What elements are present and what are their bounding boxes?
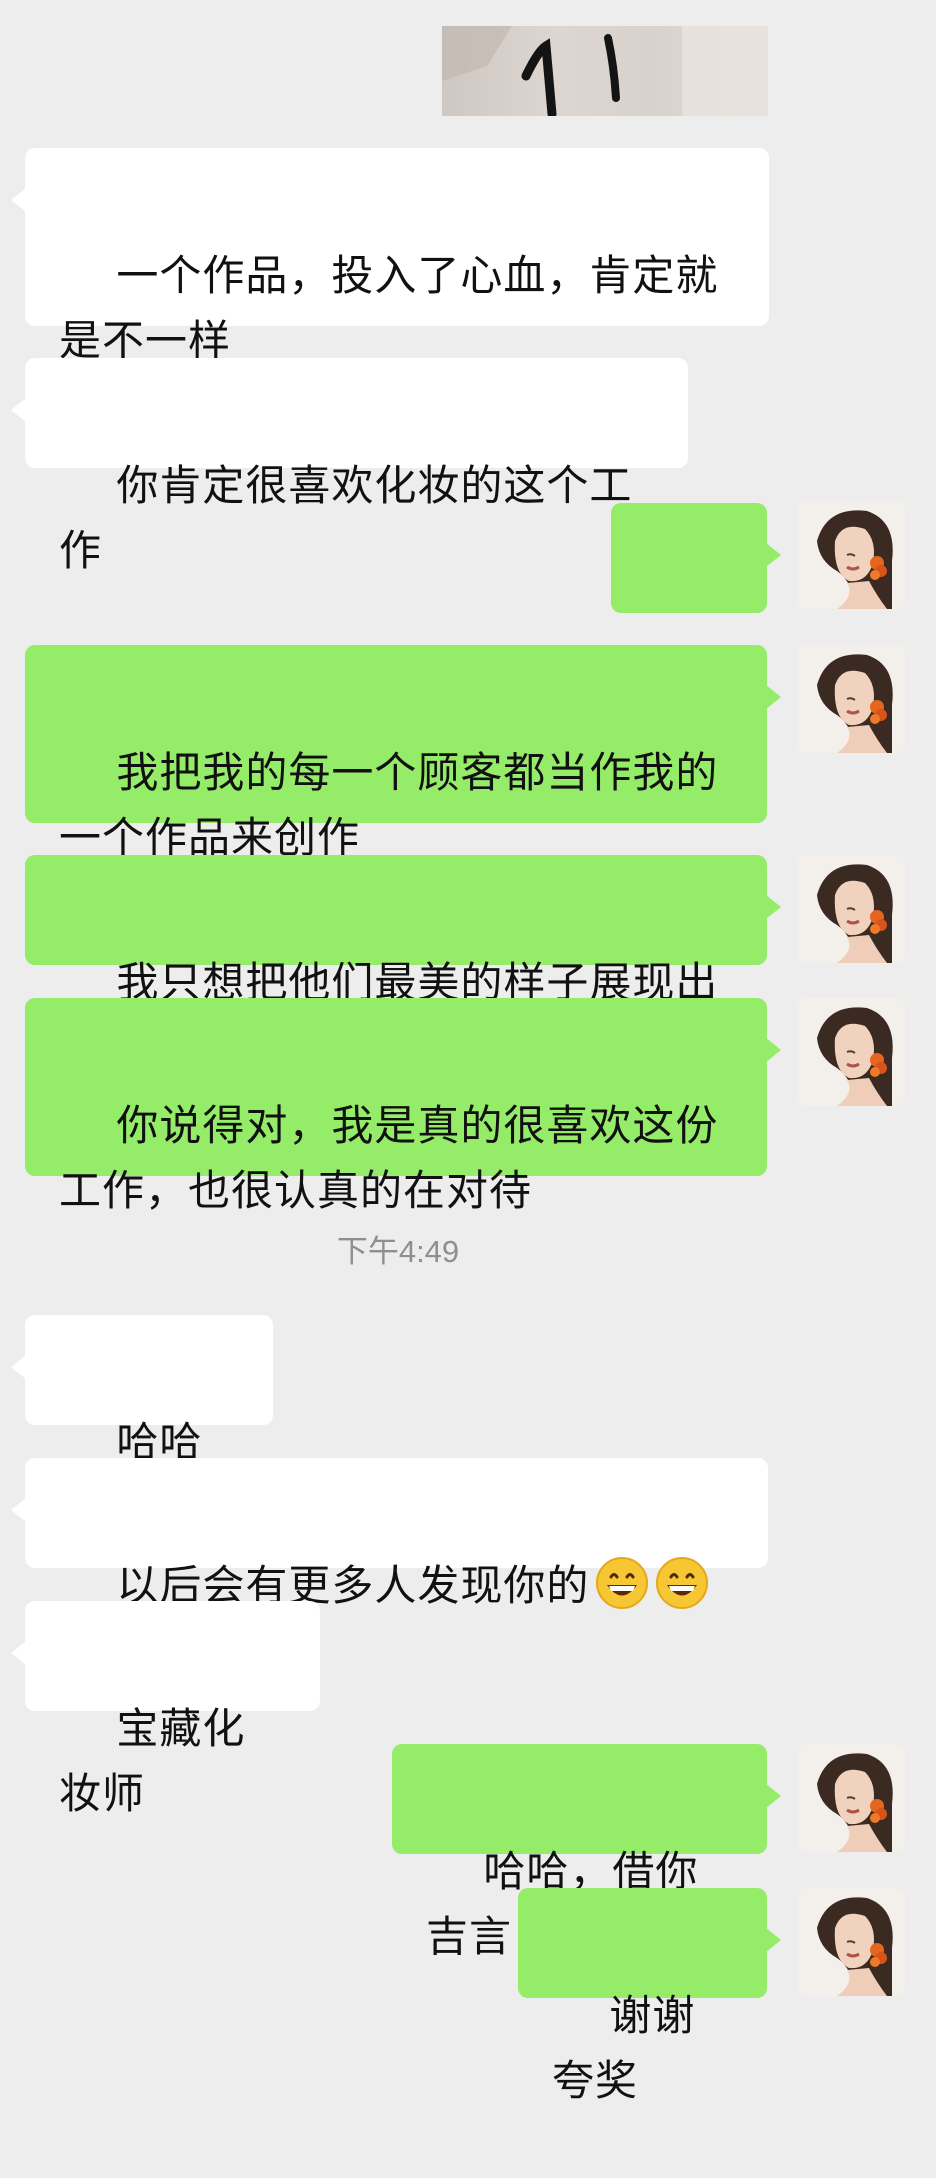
portrait-avatar-image	[797, 1744, 905, 1852]
user-avatar[interactable]	[797, 855, 905, 963]
sent-message-bubble[interactable]: 哈哈，借你吉言	[392, 1744, 781, 1961]
portrait-avatar-image	[797, 998, 905, 1106]
user-avatar[interactable]	[797, 1888, 905, 1996]
image-message-thumbnail[interactable]	[442, 26, 768, 116]
grinning-face-emoji	[656, 1557, 709, 1609]
user-avatar[interactable]	[797, 998, 905, 1106]
message-timestamp: 下午4:49	[336, 1234, 460, 1269]
received-message-bubble[interactable]: 宝藏化妆师	[11, 1601, 320, 1818]
sent-message-bubble[interactable]: 我只想把他们最美的样子展现出来	[25, 855, 781, 1072]
user-avatar[interactable]	[797, 1744, 905, 1852]
message-text: 宝藏化妆师	[59, 1704, 246, 1818]
sent-message-bubble[interactable]: 谢谢夸奖	[518, 1888, 781, 2105]
received-message-bubble[interactable]: 一个作品，投入了心血，肯定就是不一样	[11, 148, 769, 365]
message-text: 一个作品，投入了心血，肯定就是不一样	[59, 251, 719, 365]
received-message-bubble[interactable]: 你肯定很喜欢化妆的这个工作	[11, 358, 688, 575]
message-text: 你肯定很喜欢化妆的这个工作	[59, 461, 633, 575]
received-message-bubble[interactable]: 哈哈哈哈	[11, 1315, 273, 1532]
sent-message-bubble[interactable]: 我把我的每一个顾客都当作我的一个作品来创作	[25, 645, 781, 862]
chat-message-list[interactable]: 一个作品，投入了心血，肯定就是不一样 你肯定很喜欢化妆的这个工作 是的 我把我的…	[0, 0, 936, 2105]
received-message-bubble[interactable]: 以后会有更多人发现你的	[11, 1458, 768, 1674]
grinning-face-emoji	[596, 1557, 649, 1609]
message-text: 谢谢夸奖	[552, 1991, 696, 2105]
portrait-avatar-image	[797, 1888, 905, 1996]
user-avatar[interactable]	[797, 645, 905, 753]
sent-message-bubble[interactable]: 你说得对，我是真的很喜欢这份工作，也很认真的在对待	[25, 998, 781, 1215]
portrait-avatar-image	[797, 855, 905, 963]
message-text: 我把我的每一个顾客都当作我的一个作品来创作	[59, 748, 719, 862]
sent-message-bubble[interactable]: 是的	[611, 503, 781, 720]
message-text: 你说得对，我是真的很喜欢这份工作，也很认真的在对待	[59, 1101, 719, 1215]
portrait-avatar-image	[797, 501, 905, 609]
user-avatar[interactable]	[797, 501, 905, 609]
portrait-avatar-image	[797, 645, 905, 753]
